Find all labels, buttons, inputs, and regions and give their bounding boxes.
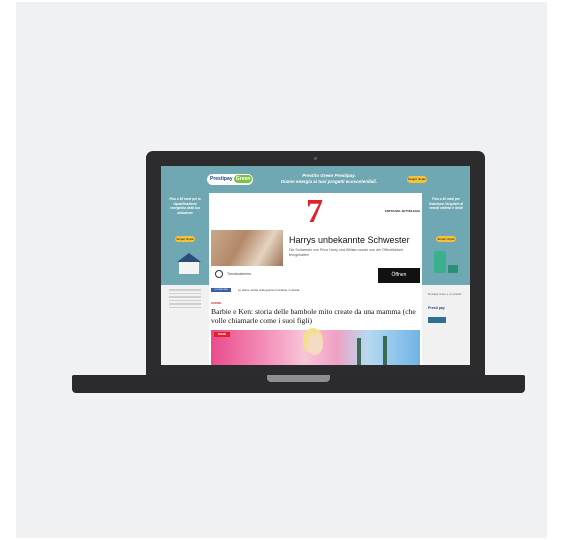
ad-cta-button[interactable]: Scopri di più bbox=[407, 176, 427, 183]
login-link[interactable]: ENTRA NEL SETTE/LEGGI bbox=[385, 209, 420, 213]
webcam bbox=[314, 157, 317, 160]
article-section-label[interactable]: SCENE bbox=[211, 301, 221, 305]
palm-tree bbox=[383, 336, 387, 365]
left-skin-text: Fino a 30 mesi per la riqualificazione e… bbox=[169, 197, 201, 215]
palm-tree bbox=[357, 338, 361, 365]
masthead-logo[interactable]: 7 bbox=[306, 195, 323, 229]
right-skin-cta-button[interactable]: Scopri di più bbox=[436, 236, 456, 242]
open-button[interactable]: Öffnen bbox=[378, 268, 420, 283]
sponsor-avatar-icon bbox=[215, 270, 223, 278]
sponsored-ad-title[interactable]: Harrys unbekannte Schwester bbox=[289, 235, 410, 245]
laptop-notch bbox=[267, 375, 330, 382]
bank-logo-icon bbox=[428, 317, 446, 323]
prestipay-logo: Prestipay Green bbox=[207, 174, 253, 185]
hero-person bbox=[307, 333, 323, 355]
top-ad-banner[interactable]: Prestipay Green Prestito Green Prestipay… bbox=[161, 166, 470, 193]
article-headline[interactable]: Barbie e Ken: storia delle bambole mito … bbox=[211, 307, 417, 325]
laptop-lid: Prestipay Green Prestito Green Prestipay… bbox=[146, 151, 485, 377]
left-skin-text-lines bbox=[169, 289, 201, 310]
laptop-screen: Prestipay Green Prestito Green Prestipay… bbox=[161, 166, 470, 365]
hero-section-badge: SCENE bbox=[214, 332, 230, 337]
ad-headline: Prestito Green Prestipay. Diamo energia … bbox=[280, 173, 378, 184]
prestipay-small-logo: Presti pay bbox=[428, 306, 445, 310]
left-skin-lower bbox=[161, 285, 209, 365]
sponsored-ad-image[interactable] bbox=[211, 230, 283, 266]
left-skin-cta-button[interactable]: Scopri di più bbox=[175, 236, 195, 242]
main-content: 7 ENTRA NEL SETTE/LEGGI Harrys unbekannt… bbox=[209, 193, 422, 365]
right-skin-small-text: Prestipay Green è un prodotto bbox=[428, 293, 462, 296]
ticker-text[interactable]: Le ultime notizie sulla guerra in Ucrain… bbox=[238, 288, 299, 292]
right-skin-lower: Prestipay Green è un prodotto Presti pay bbox=[422, 285, 470, 365]
right-skin-ad[interactable]: Fino a 30 mesi per finanziare l'acquisto… bbox=[422, 193, 470, 365]
background: Prestipay Green Prestito Green Prestipay… bbox=[16, 2, 547, 538]
ev-plug-icon bbox=[448, 265, 458, 273]
article-hero-image[interactable]: SCENE bbox=[211, 330, 420, 365]
sponsored-ad[interactable]: Harrys unbekannte Schwester Die Schweste… bbox=[211, 230, 420, 284]
house-solar-icon bbox=[175, 253, 203, 275]
ev-charger-icon bbox=[434, 251, 446, 273]
breaking-news-ticker[interactable]: ULTIMA ORA Le ultime notizie sulla guerr… bbox=[211, 287, 420, 293]
left-skin-ad[interactable]: Fino a 30 mesi per la riqualificazione e… bbox=[161, 193, 209, 365]
laptop-base bbox=[72, 375, 525, 393]
ticker-badge: ULTIMA ORA bbox=[211, 288, 231, 292]
sponsored-ad-description: Die Schwester von Prinz Harry und Willia… bbox=[289, 248, 403, 257]
sponsor-name: Trendscatchers bbox=[227, 272, 251, 276]
right-skin-text: Fino a 30 mesi per finanziare l'acquisto… bbox=[428, 197, 464, 210]
